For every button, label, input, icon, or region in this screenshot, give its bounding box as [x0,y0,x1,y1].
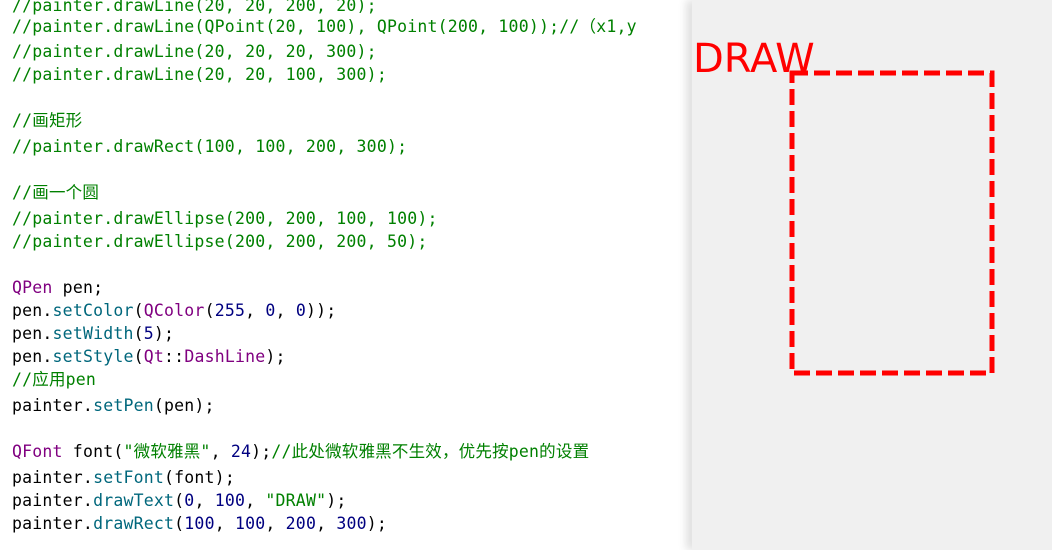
code-token: , [265,514,286,533]
code-token: ); [326,491,347,510]
code-token: //painter.drawEllipse(200, 200, 200, 50)… [12,232,428,251]
code-token: )); [305,301,337,320]
code-token: , [275,301,296,320]
code-line[interactable]: QPen pen; [12,276,103,299]
code-token: //painter.drawLine(20, 20, 200, 20); [12,0,377,15]
code-token: ( [133,301,144,320]
dashed-rectangle [789,70,995,376]
code-line[interactable]: //painter.drawEllipse(200, 200, 200, 50)… [12,230,428,253]
code-token: //painter.drawLine(20, 20, 20, 300); [12,42,377,61]
code-line[interactable]: //painter.drawLine(20, 20, 20, 300); [12,40,377,63]
code-token: setFont [93,468,165,487]
code-token: (font); [164,468,235,487]
code-token: :: [164,347,185,366]
code-token: pen; [52,278,104,297]
code-token: //painter.drawEllipse(200, 200, 100, 100… [12,209,438,228]
code-token: ( [174,491,185,510]
code-token: 100 [234,514,266,533]
code-token: ( [133,347,144,366]
code-token: , [245,491,266,510]
code-token: ); [265,347,286,366]
code-token: QPen [12,278,53,297]
code-token: setPen [93,396,154,415]
code-token: 300 [336,514,367,533]
code-line[interactable]: painter.setPen(pen); [12,394,215,417]
code-token: 255 [214,301,246,320]
code-line[interactable]: //painter.drawEllipse(200, 200, 100, 100… [12,207,438,230]
code-token: ); [153,324,175,343]
code-token: pen. [12,347,53,366]
code-token: //画矩形 [12,111,83,130]
drawn-rect-canvas [789,70,995,376]
code-line[interactable]: //应用pen [12,368,96,391]
code-token: DashLine [184,347,266,366]
code-token: ( [204,301,215,320]
code-token: 5 [143,324,154,343]
code-token: , [210,442,231,461]
code-line[interactable]: painter.drawText(0, 100, "DRAW"); [12,489,347,512]
code-token: "微软雅黑" [123,442,211,461]
code-token: 0 [265,301,276,320]
code-token: drawRect [93,514,175,533]
code-token: //painter.drawRect(100, 100, 200, 300); [12,137,408,156]
code-line[interactable]: pen.setWidth(5); [12,322,174,345]
code-line[interactable]: //painter.drawLine(QPoint(20, 100), QPoi… [12,15,637,38]
code-token: font( [62,442,124,461]
code-token: //应用pen [12,370,97,389]
code-token: Qt [143,347,165,366]
code-token: "DRAW" [265,491,327,510]
code-token: pen. [12,324,53,343]
code-token: painter. [12,514,94,533]
code-token: 100 [184,514,215,533]
code-token: 0 [184,491,195,510]
code-token: painter. [12,491,94,510]
code-token: //画一个圆 [12,183,100,202]
code-token: drawText [93,491,175,510]
code-line[interactable]: //画矩形 [12,109,82,132]
code-token: ( [133,324,144,343]
code-line[interactable]: //painter.drawRect(100, 100, 200, 300); [12,135,407,158]
preview-window: DRAW [692,0,1052,550]
code-line[interactable]: painter.setFont(font); [12,466,235,489]
code-token: painter. [12,468,94,487]
code-token: painter. [12,396,94,415]
code-token: QColor [143,301,205,320]
code-token: 100 [214,491,246,510]
code-token: QFont [12,442,63,461]
code-token: , [245,301,266,320]
code-token: 200 [285,514,317,533]
code-token: //painter.drawLine(QPoint(20, 100), QPoi… [12,17,637,36]
code-editor[interactable]: //painter.drawLine(20, 20, 200, 20); //pa… [0,0,692,550]
code-token: 0 [295,301,306,320]
code-token: ); [251,442,272,461]
code-token: , [214,514,235,533]
code-token: , [316,514,337,533]
code-token: (pen); [153,396,215,415]
code-line[interactable]: painter.drawRect(100, 100, 200, 300); [12,512,387,535]
code-line[interactable]: //画一个圆 [12,181,99,204]
code-token: setWidth [52,324,134,343]
code-token: pen. [12,301,53,320]
code-token: ); [366,514,388,533]
code-line[interactable]: //painter.drawLine(20, 20, 100, 300); [12,63,387,86]
code-token: setStyle [52,347,134,366]
code-token: //painter.drawLine(20, 20, 100, 300); [12,65,387,84]
code-line[interactable]: pen.setStyle(Qt::DashLine); [12,345,286,368]
code-line[interactable]: pen.setColor(QColor(255, 0, 0)); [12,299,336,322]
code-token: 24 [230,442,252,461]
code-line[interactable]: QFont font("微软雅黑", 24);//此处微软雅黑不生效，优先按pe… [12,440,589,463]
code-token: //此处微软雅黑不生效，优先按pen的设置 [271,442,590,461]
code-token: setColor [52,301,134,320]
code-token: ( [174,514,185,533]
code-token: , [194,491,215,510]
